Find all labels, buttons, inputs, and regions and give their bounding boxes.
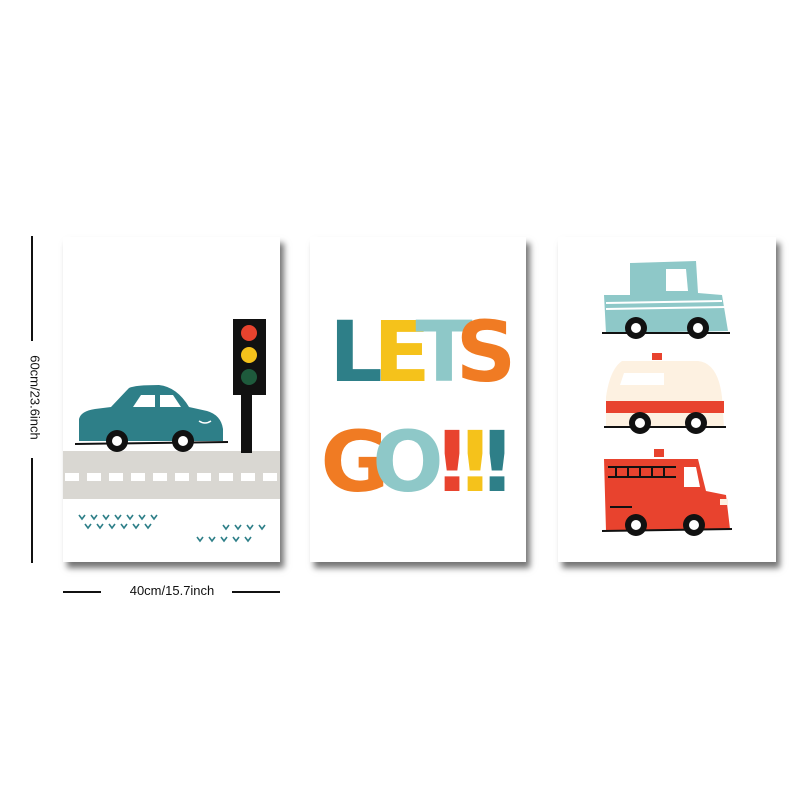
- width-dimension-label: 40cm/15.7inch: [129, 583, 215, 598]
- letter-s: S: [456, 303, 517, 401]
- pickup-truck-icon: [602, 261, 730, 339]
- exclamation-3: !: [478, 413, 516, 511]
- grass-icon: [78, 514, 266, 543]
- width-line-right: [232, 591, 280, 593]
- height-dimension-label: 60cm/23.6inch: [27, 355, 43, 440]
- lets-go-lettering: L E T S G O ! ! !: [321, 303, 517, 511]
- height-line-bottom: [31, 458, 33, 563]
- fire-truck-icon: [601, 449, 733, 536]
- car-icon: [74, 385, 229, 452]
- print-car-traffic-light: [63, 237, 280, 562]
- traffic-light-icon: [233, 319, 266, 453]
- width-line-left: [63, 591, 101, 593]
- car-road-illustration: [63, 319, 280, 543]
- print-lets-go: L E T S G O ! ! !: [310, 237, 526, 562]
- print-vehicles: [558, 237, 776, 562]
- ambulance-icon: [604, 353, 726, 434]
- vehicles-illustration: [601, 261, 733, 536]
